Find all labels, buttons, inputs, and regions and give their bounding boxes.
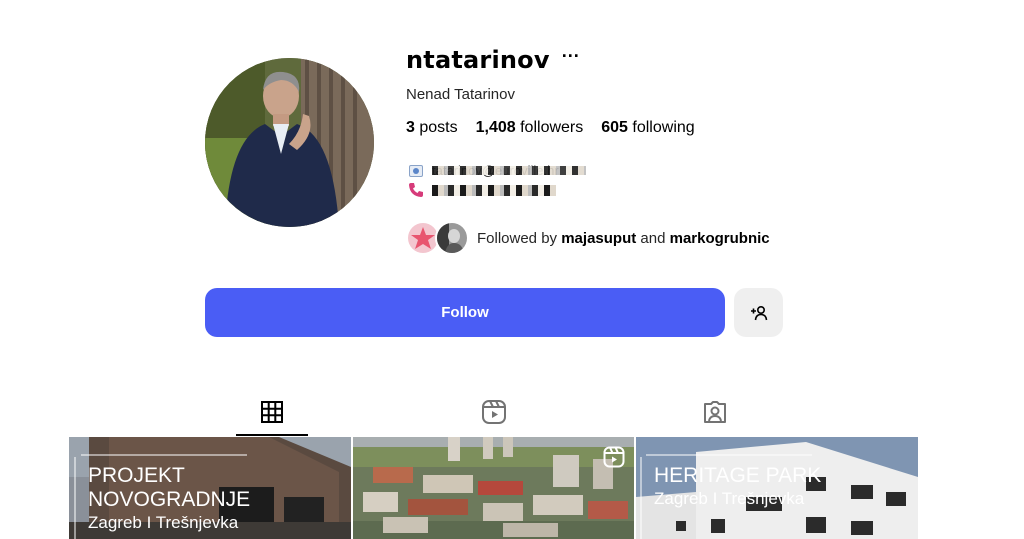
followed-by-conjunction: and [640, 229, 666, 247]
following-count[interactable]: 605 following [601, 119, 694, 137]
post-thumbnail[interactable]: HERITAGE PARK Zagreb I Trešnjevka [636, 437, 918, 539]
post-image-city [353, 437, 634, 539]
posts-count[interactable]: 3 posts [406, 119, 458, 137]
post-title-line-1: PROJEKT [88, 464, 185, 487]
redaction-mask [432, 166, 586, 175]
follow-button[interactable]: Follow [205, 288, 725, 337]
phone-redacted [432, 184, 556, 196]
post-subtitle: Zagreb I Trešnjevka [88, 513, 239, 532]
followed-by-user-1[interactable]: majasuput [561, 230, 636, 247]
grid-icon [261, 401, 283, 423]
email-emoji-icon [408, 164, 424, 178]
profile-photo [205, 58, 374, 227]
suggested-users-button[interactable] [734, 288, 783, 337]
following-count-value: 605 [601, 119, 628, 136]
post-subtitle: Zagreb I Trešnjevka [654, 489, 805, 508]
active-tab-indicator [236, 434, 308, 436]
add-user-icon [750, 305, 767, 320]
bio-email-line: tatarinov@euroville.hr [408, 163, 586, 178]
followed-by[interactable]: Followed by majasuput and markogrubnic [406, 221, 770, 255]
posts-count-label: posts [419, 119, 458, 136]
tab-tagged[interactable] [679, 396, 751, 428]
profile-full-name: Nenad Tatarinov [406, 86, 515, 103]
followers-count[interactable]: 1,408 followers [476, 119, 584, 137]
bio-phone-line [408, 183, 556, 197]
tagged-user-icon [704, 401, 726, 423]
post-thumbnail[interactable] [353, 437, 634, 539]
post-image-heritage [636, 437, 918, 539]
followed-by-prefix: Followed by [477, 229, 558, 247]
followed-by-text: Followed by majasuput and markogrubnic [477, 230, 770, 247]
profile-username: ntatarinov [406, 46, 550, 74]
followers-count-value: 1,408 [475, 119, 516, 136]
profile-avatar[interactable] [205, 58, 374, 227]
profile-stats: 3 posts 1,408 followers 605 following [406, 119, 713, 137]
reel-play-icon [603, 446, 625, 468]
tab-posts[interactable] [236, 396, 308, 428]
followers-count-label: followers [520, 119, 584, 136]
more-options-icon[interactable]: ··· [562, 47, 580, 65]
posts-count-value: 3 [406, 119, 415, 136]
post-title-line-1: HERITAGE PARK [654, 464, 822, 487]
post-thumbnail[interactable]: PROJEKT NOVOGRADNJE Zagreb I Trešnjevka [69, 437, 351, 539]
following-count-label: following [632, 119, 695, 136]
reels-icon [482, 400, 506, 424]
follower-avatar [435, 221, 469, 255]
post-title-line-2: NOVOGRADNJE [88, 488, 251, 511]
phone-icon [408, 183, 424, 197]
followed-by-user-2[interactable]: markogrubnic [670, 230, 770, 247]
tab-reels[interactable] [458, 396, 530, 428]
